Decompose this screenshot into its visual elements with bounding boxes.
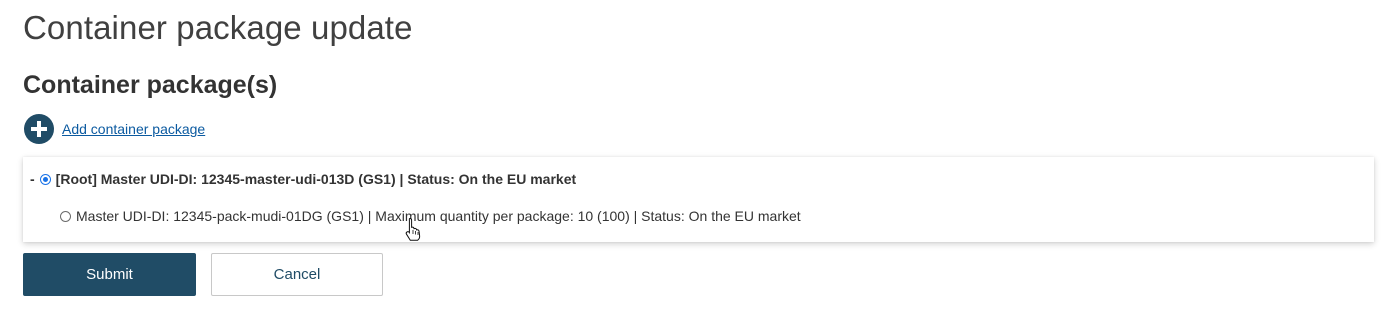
tree-node-root[interactable]: - [Root] Master UDI-DI: 12345-master-udi… bbox=[30, 169, 576, 189]
page-title: Container package update bbox=[23, 9, 413, 46]
section-title: Container package(s) bbox=[23, 71, 278, 99]
child-node-label: Master UDI-DI: 12345-pack-mudi-01DG (GS1… bbox=[76, 208, 801, 224]
plus-circle-icon[interactable] bbox=[24, 114, 54, 144]
add-container-package-link[interactable]: Add container package bbox=[62, 121, 205, 137]
container-package-tree: - [Root] Master UDI-DI: 12345-master-udi… bbox=[23, 157, 1374, 242]
tree-node-child[interactable]: Master UDI-DI: 12345-pack-mudi-01DG (GS1… bbox=[60, 206, 801, 226]
page: Container package update Container packa… bbox=[0, 0, 1399, 319]
root-node-label: [Root] Master UDI-DI: 12345-master-udi-0… bbox=[55, 171, 577, 187]
tree-collapse-toggle[interactable]: - bbox=[30, 171, 35, 187]
child-radio-button[interactable] bbox=[60, 210, 71, 222]
add-container-package-row: Add container package bbox=[24, 113, 205, 145]
submit-button[interactable]: Submit bbox=[23, 253, 196, 296]
cancel-button[interactable]: Cancel bbox=[211, 253, 383, 296]
root-radio-button[interactable] bbox=[39, 173, 51, 185]
